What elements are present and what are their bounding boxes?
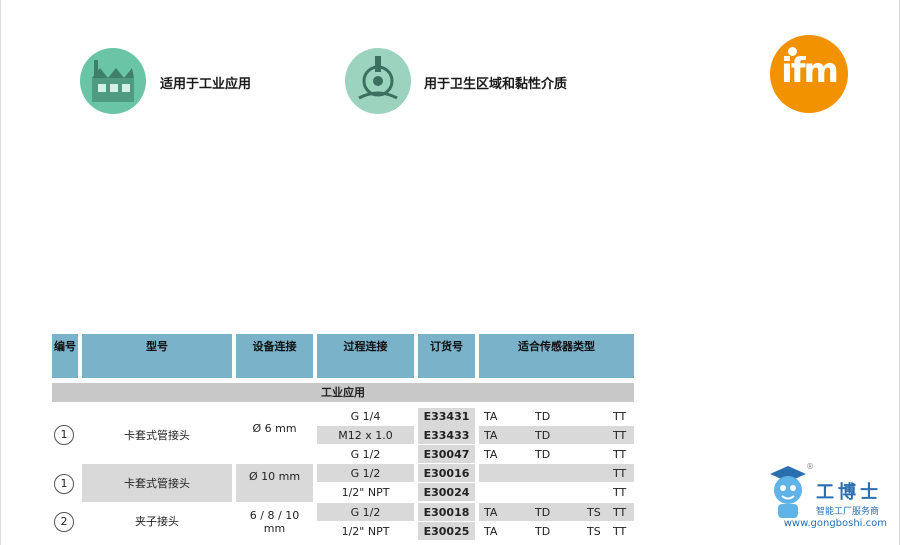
sensor-tt: TT [613, 410, 627, 423]
sensor-tt: TT [613, 467, 627, 480]
sensor-ta: TA [484, 525, 498, 538]
section-industrial: 工业应用 [52, 383, 634, 402]
process-connection: G 1/2 [350, 448, 381, 461]
watermark-url: www.gongboshi.com [783, 518, 887, 529]
row-shade [479, 426, 634, 444]
sensor-td: TD [535, 448, 551, 461]
device-connection: Ø 6 mm [252, 422, 297, 435]
sensor-ta: TA [484, 448, 498, 461]
sensor-tt: TT [613, 525, 627, 538]
sensor-ta: TA [484, 429, 498, 442]
process-connection: M12 x 1.0 [338, 429, 393, 442]
sensor-tt: TT [613, 429, 627, 442]
process-connection: 1/2" NPT [341, 486, 390, 499]
feature-label-hygienic: 用于卫生区域和黏性介质 [424, 77, 568, 92]
row-shade [479, 464, 634, 482]
order-number: E30047 [423, 448, 470, 461]
sensor-ta: TA [484, 410, 498, 423]
sensor-ts: TS [587, 506, 601, 519]
feature-label-industrial: 适用于工业应用 [160, 77, 252, 92]
process-connection: 1/2" NPT [341, 525, 390, 538]
model-name: 卡套式管接头 [124, 429, 190, 442]
order-number: E30016 [423, 467, 470, 480]
factory-icon [80, 48, 146, 114]
model-name: 夹子接头 [135, 515, 179, 528]
watermark-subtitle: 智能工厂服务商 [816, 507, 880, 517]
logo-text: ifm [781, 51, 839, 91]
order-number: E30018 [423, 506, 470, 519]
header-sensor-types: 适合传感器类型 [479, 334, 634, 378]
item-number-badge: 1 [54, 425, 74, 445]
row-shade [479, 503, 634, 521]
sensor-tt: TT [613, 486, 627, 499]
sensor-tt: TT [613, 448, 627, 461]
watermark-title: 工博士 [816, 482, 882, 503]
header-number: 编号 [52, 334, 78, 378]
mascot-icon [770, 466, 806, 518]
order-number: E30024 [423, 486, 470, 499]
header-order-number: 订货号 [418, 334, 475, 378]
sensor-ts: TS [587, 525, 601, 538]
sensor-ta: TA [484, 506, 498, 519]
item-number-badge: 1 [54, 474, 74, 494]
watermark-mark: ® [806, 462, 814, 471]
process-connection: G 1/4 [350, 410, 381, 423]
process-connection: G 1/2 [350, 506, 381, 519]
sensor-td: TD [535, 525, 551, 538]
header-device-connection: 设备连接 [236, 334, 313, 378]
header-model: 型号 [82, 334, 232, 378]
sensor-td: TD [535, 429, 551, 442]
sensor-td: TD [535, 410, 551, 423]
watermark: ® 工博士 智能工厂服务商 www.gongboshi.com [762, 462, 892, 542]
ifm-logo: ifm [770, 35, 848, 113]
model-name: 卡套式管接头 [124, 477, 190, 490]
device-connection: Ø 10 mm [248, 470, 301, 483]
order-number: E33431 [423, 410, 470, 423]
sensor-tt: TT [613, 506, 627, 519]
device-connection-unit: mm [263, 522, 286, 535]
item-number-badge: 2 [54, 512, 74, 532]
order-number: E33433 [423, 429, 470, 442]
header-process-connection: 过程连接 [317, 334, 414, 378]
sensor-td: TD [535, 506, 551, 519]
order-number: E30025 [423, 525, 470, 538]
process-connection: G 1/2 [350, 467, 381, 480]
hygienic-icon [345, 48, 411, 114]
